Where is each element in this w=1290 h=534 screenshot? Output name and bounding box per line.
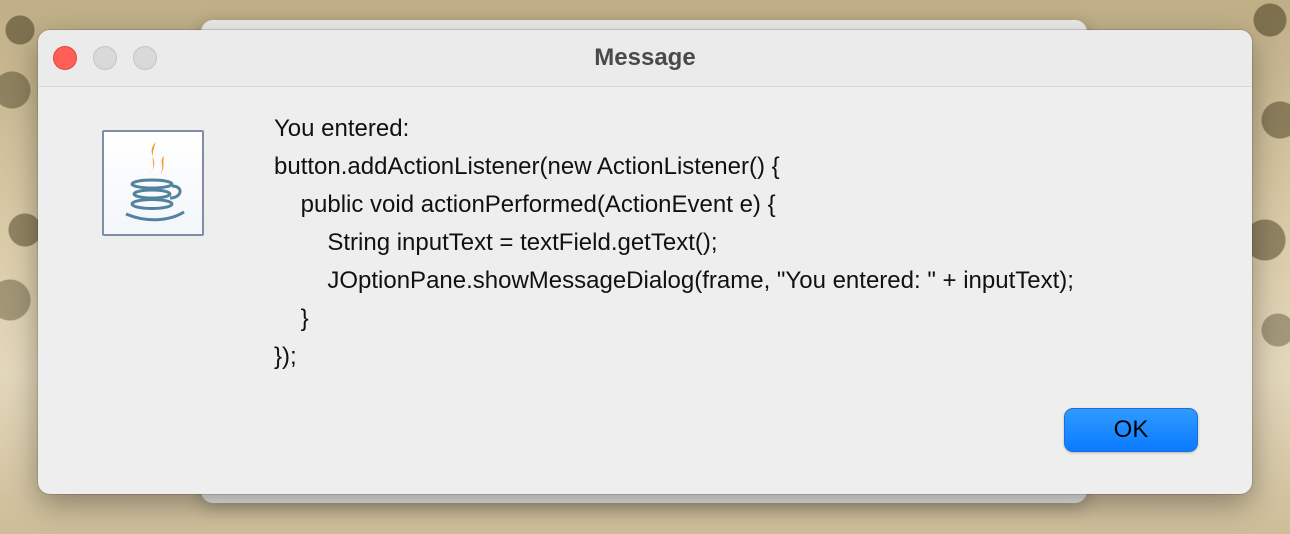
message-line: You entered: [274, 115, 410, 142]
java-logo-graphic [125, 142, 185, 222]
message-line: String inputText = textField.getText(); [274, 229, 718, 256]
message-line: public void actionPerformed(ActionEvent … [274, 191, 776, 218]
message-line: }); [274, 343, 297, 370]
title-bar[interactable]: Message [38, 30, 1252, 87]
message-dialog: Message You entered: button.addActionLis… [38, 30, 1252, 494]
message-text: You entered: button.addActionListener(ne… [274, 110, 1074, 376]
message-line: } [274, 305, 309, 332]
ok-button[interactable]: OK [1064, 408, 1198, 452]
message-line: JOptionPane.showMessageDialog(frame, "Yo… [274, 267, 1074, 294]
java-coffee-cup-icon [102, 130, 204, 236]
message-line: button.addActionListener(new ActionListe… [274, 153, 780, 180]
dialog-title: Message [594, 44, 696, 71]
